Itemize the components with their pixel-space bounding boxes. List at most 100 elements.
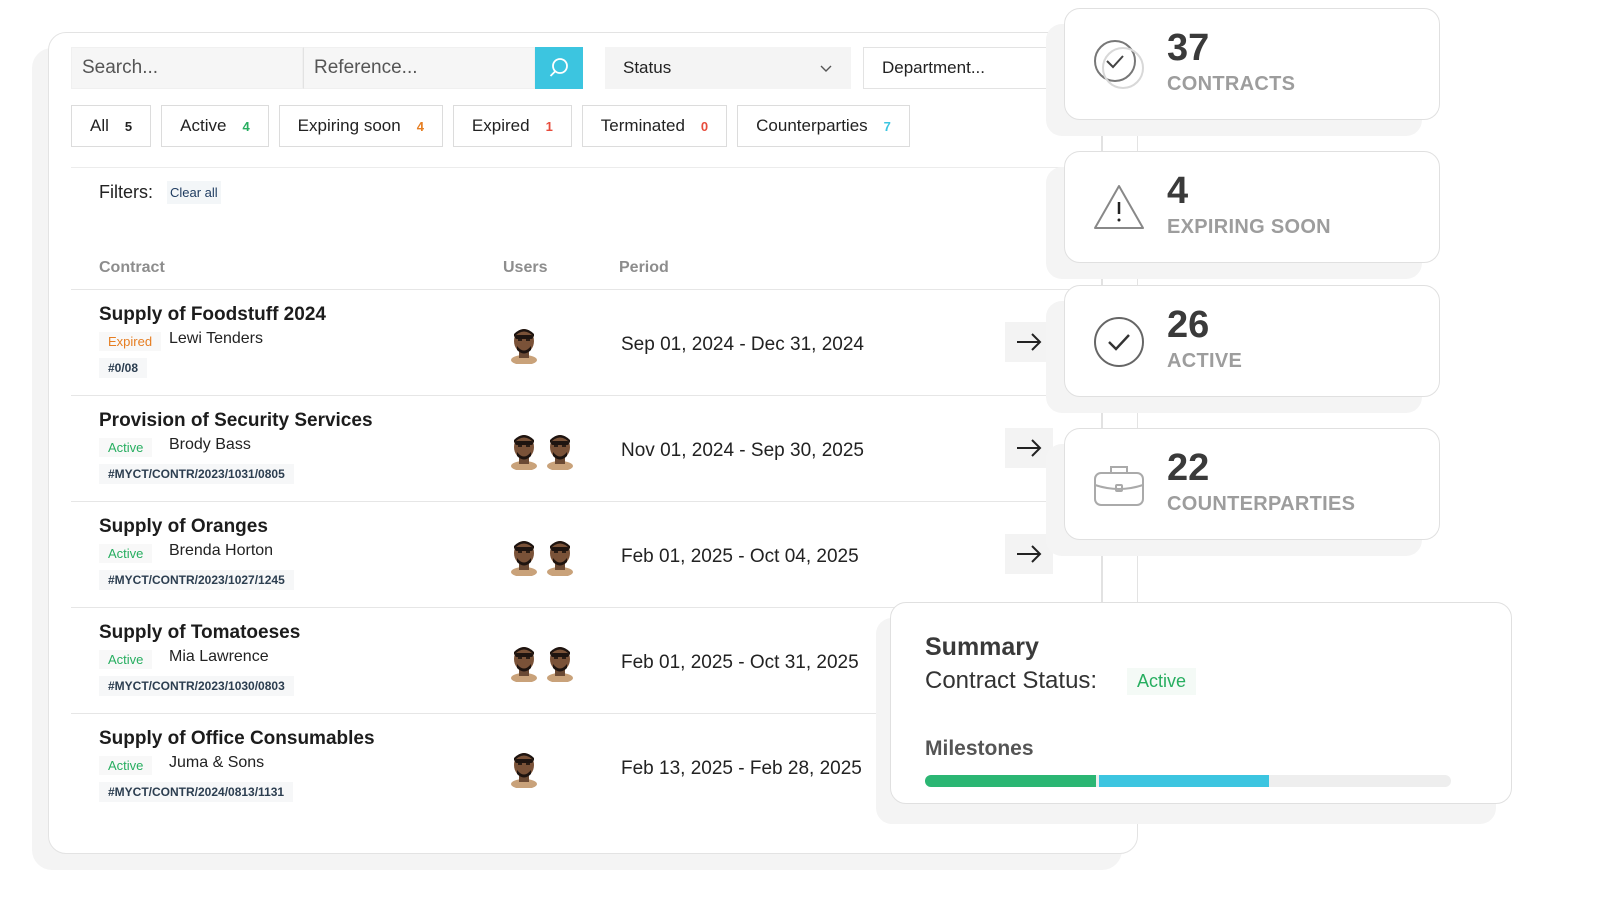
user-avatar-icon[interactable] <box>507 642 541 682</box>
tab-active[interactable]: Active 4 <box>161 105 269 147</box>
users-group <box>507 430 577 470</box>
user-avatar-icon[interactable] <box>507 324 541 364</box>
tab-expiring-soon[interactable]: Expiring soon 4 <box>278 105 443 147</box>
status-select-value: Status <box>623 58 672 77</box>
counterparty-name: Brody Bass <box>169 436 251 453</box>
contract-status-label: Contract Status: <box>925 667 1098 694</box>
warning-triangle-icon <box>1094 185 1144 229</box>
double-check-circle-icon <box>1094 40 1144 89</box>
counterparty-name: Juma & Sons <box>169 754 265 771</box>
tab-label: Expired <box>471 116 530 135</box>
column-header-contract[interactable]: Contract <box>99 259 165 277</box>
stat-label: CONTRACTS <box>1167 73 1296 95</box>
milestones-label: Milestones <box>925 737 1034 760</box>
stat-value: 37 <box>1167 27 1210 69</box>
summary-title: Summary <box>925 633 1039 661</box>
contract-title[interactable]: Provision of Security Services <box>99 410 373 432</box>
tab-all[interactable]: All 5 <box>71 105 152 147</box>
tab-count: 7 <box>883 118 891 134</box>
stat-value: 4 <box>1167 170 1189 212</box>
stat-card-active[interactable]: 26 ACTIVE <box>1064 285 1440 397</box>
tab-terminated[interactable]: Terminated 0 <box>581 105 728 147</box>
contract-title[interactable]: Supply of Foodstuff 2024 <box>99 304 326 326</box>
active-filters: Filters: Clear all <box>99 181 221 204</box>
tab-label: Expiring soon <box>297 116 401 135</box>
contract-reference: #0/08 <box>99 358 148 378</box>
tab-count: 0 <box>700 118 709 134</box>
tab-count: 4 <box>416 118 424 134</box>
contract-period: Nov 01, 2024 - Sep 30, 2025 <box>621 440 864 461</box>
users-group <box>507 642 577 682</box>
search-input[interactable] <box>71 47 303 89</box>
stat-label: ACTIVE <box>1167 350 1243 372</box>
tab-label: Counterparties <box>756 116 868 135</box>
arrow-right-icon <box>1017 333 1042 351</box>
user-avatar-icon[interactable] <box>507 536 541 576</box>
arrow-right-icon <box>1017 545 1042 563</box>
status-select[interactable]: Status <box>605 47 851 89</box>
column-header-period[interactable]: Period <box>619 259 669 277</box>
contract-period: Feb 13, 2025 - Feb 28, 2025 <box>621 758 862 779</box>
search-button[interactable] <box>535 47 583 89</box>
stat-label: EXPIRING SOON <box>1167 216 1331 238</box>
search-icon <box>549 58 568 77</box>
search-bar <box>71 47 583 89</box>
contract-reference: #MYCT/CONTR/2023/1031/0805 <box>99 464 294 484</box>
user-avatar-icon[interactable] <box>543 430 577 470</box>
tab-count: 1 <box>545 118 553 134</box>
column-header-users[interactable]: Users <box>503 259 547 277</box>
tab-label: All <box>90 116 109 135</box>
users-group <box>507 324 541 364</box>
stat-value: 26 <box>1167 304 1210 346</box>
user-avatar-icon[interactable] <box>507 748 541 788</box>
tab-count: 4 <box>242 118 250 134</box>
contract-status-badge: Active <box>1127 668 1197 695</box>
user-avatar-icon[interactable] <box>507 430 541 470</box>
contract-title[interactable]: Supply of Office Consumables <box>99 728 375 750</box>
filters-label: Filters: <box>99 182 153 202</box>
milestone-segment <box>925 775 1096 787</box>
table-row[interactable]: Provision of Security Services Active Brod… <box>71 395 1087 502</box>
status-tabs: All 5 Active 4 Expiring soon 4 Expired 1 Ter… <box>71 105 910 147</box>
contract-title[interactable]: Supply of Tomatoeses <box>99 622 300 644</box>
tab-counterparties[interactable]: Counterparties 7 <box>737 105 910 147</box>
user-avatar-icon[interactable] <box>543 536 577 576</box>
tab-expired[interactable]: Expired 1 <box>452 105 572 147</box>
status-badge: Active <box>99 756 153 775</box>
contract-period: Feb 01, 2025 - Oct 31, 2025 <box>621 652 859 673</box>
milestone-segment <box>1098 775 1270 787</box>
clear-all-link[interactable]: Clear all <box>167 181 221 204</box>
divider <box>71 167 1085 168</box>
stat-card-counterparties[interactable]: 22 COUNTERPARTIES <box>1064 428 1440 540</box>
tab-count: 5 <box>124 118 133 134</box>
milestones-progress <box>925 775 1451 787</box>
status-badge: Expired <box>99 332 162 351</box>
stat-card-expiring-soon[interactable]: 4 EXPIRING SOON <box>1064 151 1440 263</box>
status-badge: Active <box>99 438 153 457</box>
counterparty-name: Brenda Horton <box>169 542 274 559</box>
chevron-down-icon <box>820 65 832 72</box>
contract-period: Sep 01, 2024 - Dec 31, 2024 <box>621 334 864 355</box>
tab-label: Terminated <box>600 116 685 135</box>
contract-title[interactable]: Supply of Oranges <box>99 516 268 538</box>
contract-reference: #MYCT/CONTR/2023/1030/0803 <box>99 676 294 696</box>
table-row[interactable]: Supply of Oranges Active Brenda Horton #MYC… <box>71 501 1087 608</box>
contract-period: Feb 01, 2025 - Oct 04, 2025 <box>621 546 859 567</box>
stat-value: 22 <box>1167 447 1210 489</box>
counterparty-name: Lewi Tenders <box>169 330 263 347</box>
users-group <box>507 748 541 788</box>
user-avatar-icon[interactable] <box>543 642 577 682</box>
contract-reference: #MYCT/CONTR/2023/1027/1245 <box>99 570 294 590</box>
counterparty-name: Mia Lawrence <box>169 648 269 665</box>
reference-input[interactable] <box>303 47 535 89</box>
table-row[interactable]: Supply of Foodstuff 2024 Expired Lewi Tend… <box>71 289 1087 396</box>
stat-label: COUNTERPARTIES <box>1167 493 1356 515</box>
users-group <box>507 536 577 576</box>
briefcase-icon <box>1094 466 1144 506</box>
status-badge: Active <box>99 544 153 563</box>
contract-reference: #MYCT/CONTR/2024/0813/1131 <box>99 782 294 802</box>
check-circle-icon <box>1094 317 1144 367</box>
stat-card-contracts[interactable]: 37 CONTRACTS <box>1064 8 1440 120</box>
department-select-value: Department... <box>882 58 985 77</box>
summary-card: Summary Contract Status: Active Mileston… <box>890 602 1512 804</box>
